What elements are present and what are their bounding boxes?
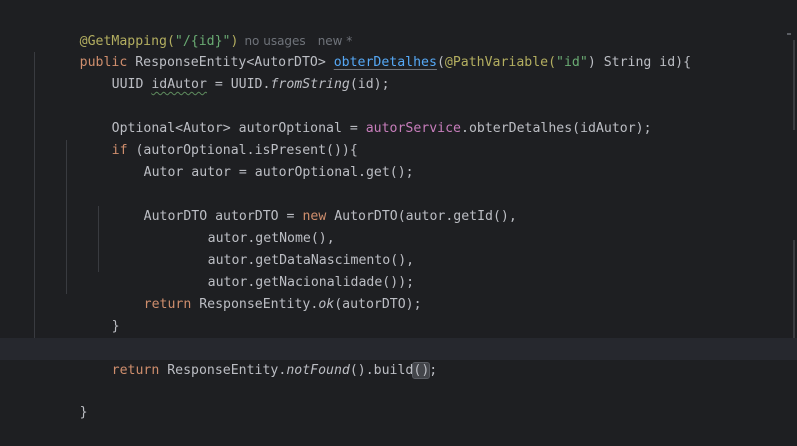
code-line-12[interactable]: autor.getNacionalidade()); — [0, 250, 797, 290]
closing-brace: } — [111, 319, 120, 334]
code-text: Autor autor = autorOptional.get(); — [143, 165, 414, 180]
code-line-2[interactable]: public ResponseEntity<AutorDTO> obterDet… — [0, 30, 797, 70]
code-line-16-current[interactable]: return ResponseEntity.notFound().build()… — [0, 338, 797, 379]
code-line-13[interactable]: return ResponseEntity.ok(autorDTO); — [0, 272, 797, 312]
static-method-call: fromString — [270, 77, 350, 92]
code-line-6[interactable]: if (autorOptional.isPresent()){ — [0, 118, 797, 158]
code-text: ().build — [349, 363, 414, 378]
code-line-1[interactable]: @GetMapping("/{id}") no usages new * — [0, 8, 797, 49]
code-text: ResponseEntity. — [159, 363, 287, 378]
matched-brace: () — [412, 362, 431, 379]
code-line-5[interactable]: Optional<Autor> autorOptional = autorSer… — [0, 96, 797, 136]
code-line-11[interactable]: autor.getDataNascimento(), — [0, 228, 797, 268]
keyword: return — [111, 363, 160, 378]
code-text: = UUID. — [206, 77, 271, 92]
code-text: (id); — [349, 77, 390, 92]
code-line-7[interactable]: Autor autor = autorOptional.get(); — [0, 140, 797, 180]
code-line-14[interactable]: } — [0, 294, 797, 334]
code-line-10[interactable]: autor.getNome(), — [0, 206, 797, 246]
code-line-3[interactable]: UUID idAutor = UUID.fromString(id); — [0, 52, 797, 92]
code-editor[interactable]: @GetMapping("/{id}") no usages new * publi… — [0, 0, 797, 420]
variable-name: idAutor — [151, 77, 207, 92]
closing-brace: } — [79, 405, 88, 420]
static-method-call: notFound — [286, 363, 350, 378]
code-line-9[interactable]: AutorDTO autorDTO = new AutorDTO(autor.g… — [0, 184, 797, 224]
code-text: UUID — [111, 77, 152, 92]
code-line-18[interactable]: } — [0, 380, 797, 420]
code-text: ; — [429, 363, 438, 378]
